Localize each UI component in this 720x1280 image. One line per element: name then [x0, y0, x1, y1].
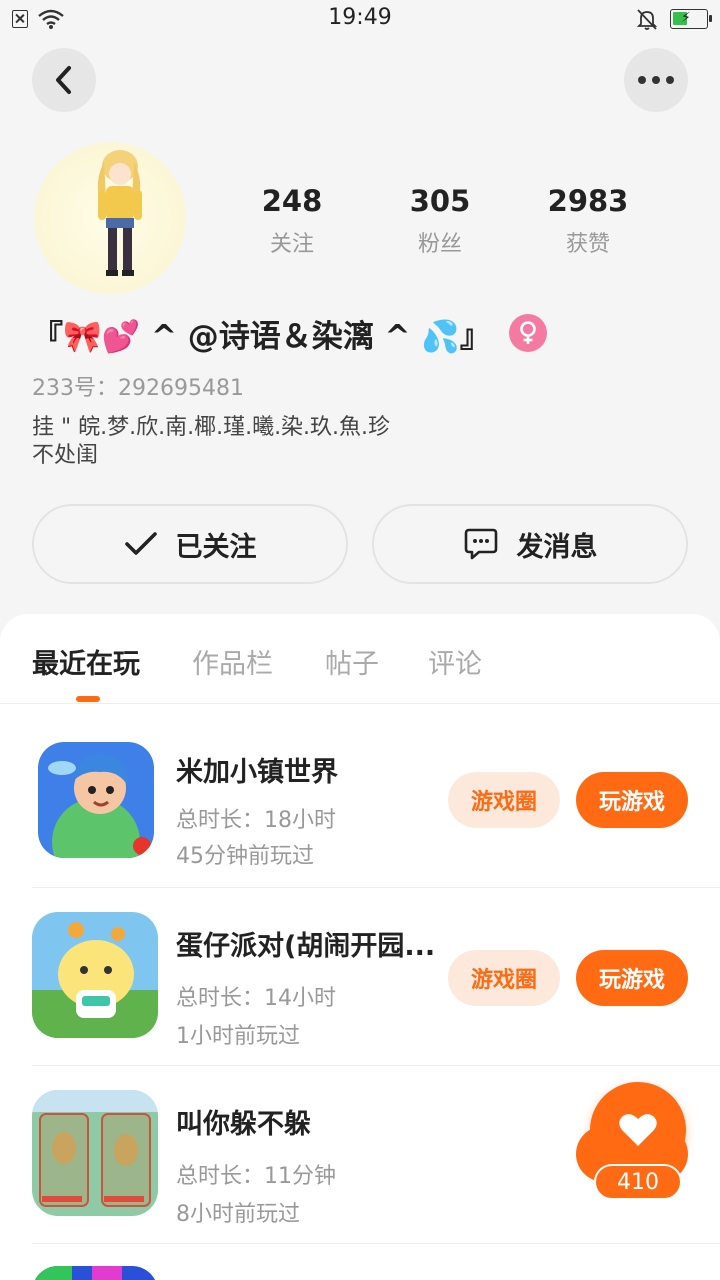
game-row[interactable]: 蛋仔派对(胡闹开园... 总时长：14小时 1小时前玩过 游戏圈 玩游戏: [32, 888, 720, 1066]
nickname-row: 『🎀💕 ^ @诗语＆染漓 ^ 💦』: [32, 310, 547, 356]
game-icon-eggy-party[interactable]: [32, 912, 158, 1038]
followers-stat[interactable]: 305 粉丝: [366, 184, 514, 258]
game-icon-partial[interactable]: [32, 1266, 158, 1280]
more-options-button[interactable]: [624, 48, 688, 112]
game-icon-miga-town[interactable]: [38, 742, 154, 858]
chevron-left-icon: [56, 66, 71, 94]
game-duration: 总时长：18小时: [176, 808, 336, 833]
game-title: 蛋仔派对(胡闹开园...: [176, 931, 436, 962]
tab-works[interactable]: 作品栏: [192, 642, 273, 681]
status-time: 19:49: [328, 5, 392, 30]
game-circle-button[interactable]: 游戏圈: [448, 772, 560, 828]
game-duration: 总时长：14小时: [176, 986, 336, 1011]
game-title: 叫你躲不躲: [176, 1109, 311, 1140]
user-id: 233号：292695481: [32, 376, 244, 401]
game-duration: 总时长：11分钟: [176, 1164, 336, 1189]
avatar-character-image: [97, 150, 142, 276]
likes-label: 获赞: [565, 232, 610, 257]
followers-label: 粉丝: [417, 232, 462, 257]
game-circle-button[interactable]: 游戏圈: [448, 950, 560, 1006]
tab-bar: 最近在玩 作品栏 帖子 评论: [0, 614, 720, 704]
tab-comments[interactable]: 评论: [428, 642, 482, 681]
battery-icon: ⚡: [670, 9, 712, 29]
following-count: 248: [261, 184, 323, 218]
likes-count: 2983: [547, 184, 629, 218]
bell-muted-icon: [636, 9, 658, 30]
profile-stats: 248 关注 305 粉丝 2983 获赞: [218, 184, 662, 258]
heart-icon: [619, 1114, 657, 1146]
tab-posts[interactable]: 帖子: [325, 642, 379, 681]
row-divider: [32, 1243, 720, 1244]
chat-bubble-icon: [464, 528, 497, 560]
more-dots-icon: [638, 76, 674, 84]
game-last-played: 1小时前玩过: [176, 1024, 300, 1049]
likes-stat[interactable]: 2983 获赞: [514, 184, 662, 258]
followed-label: 已关注: [175, 531, 257, 563]
tab-recently-played[interactable]: 最近在玩: [32, 642, 140, 681]
send-message-button[interactable]: 发消息: [372, 504, 688, 584]
followed-button[interactable]: 已关注: [32, 504, 348, 584]
nickname: 『🎀💕 ^ @诗语＆染漓 ^ 💦』: [32, 318, 491, 355]
game-last-played: 45分钟前玩过: [176, 844, 314, 869]
game-last-played: 8小时前玩过: [176, 1202, 300, 1227]
female-gender-icon: [508, 314, 547, 352]
send-message-label: 发消息: [516, 531, 598, 563]
game-title: 米加小镇世界: [176, 757, 338, 788]
bio-line: 不处闺: [32, 443, 99, 468]
play-game-button[interactable]: 玩游戏: [576, 950, 688, 1006]
status-bar: 19:49 ⚡: [0, 0, 720, 40]
game-icon-hide-and-seek[interactable]: [32, 1090, 158, 1216]
following-label: 关注: [269, 232, 314, 257]
check-icon: [124, 532, 157, 555]
following-stat[interactable]: 248 关注: [218, 184, 366, 258]
followers-count: 305: [409, 184, 471, 218]
bio-line: 挂 " 皖.梦.欣.南.椰.瑾.曦.染.玖.魚.珍: [32, 415, 391, 440]
bio: 挂 " 皖.梦.欣.南.椰.瑾.曦.染.玖.魚.珍 不处闺: [32, 414, 452, 470]
avatar[interactable]: [34, 142, 186, 294]
play-game-button[interactable]: 玩游戏: [576, 772, 688, 828]
active-tab-indicator: [76, 696, 100, 702]
like-count: 410: [594, 1164, 682, 1200]
back-button[interactable]: [32, 48, 96, 112]
game-row[interactable]: 米加小镇世界 总时长：18小时 45分钟前玩过 游戏圈 玩游戏: [32, 710, 720, 888]
